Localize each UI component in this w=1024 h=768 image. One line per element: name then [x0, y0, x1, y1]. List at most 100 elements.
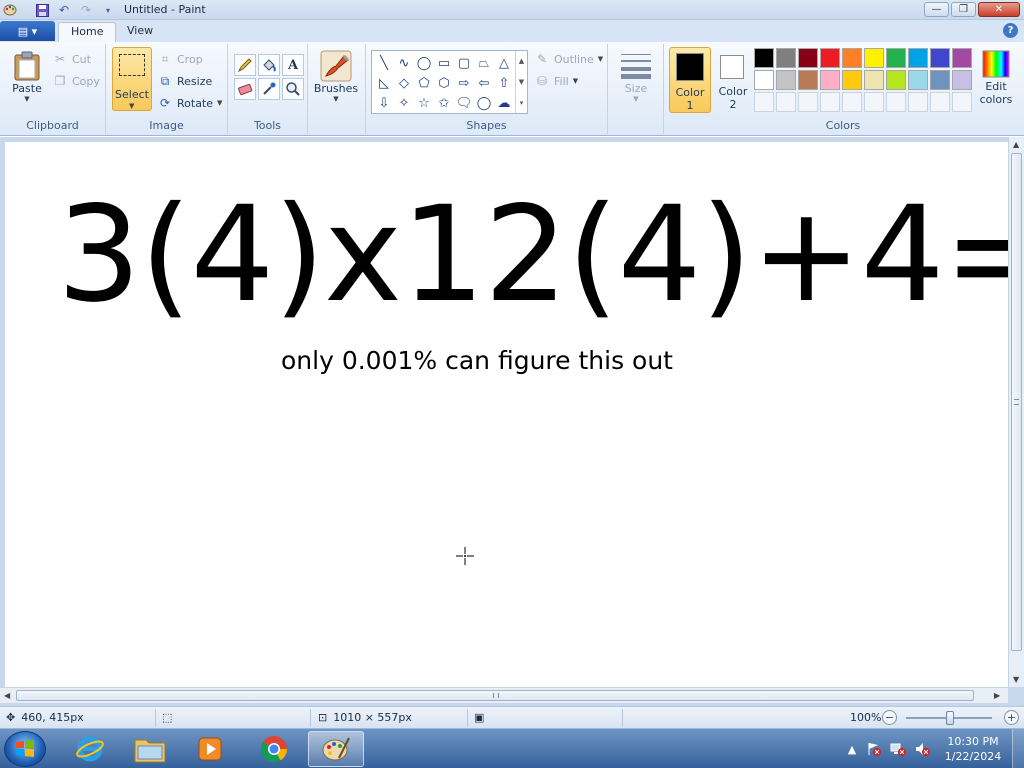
tab-home[interactable]: Home	[58, 22, 117, 42]
taskbar-internet-explorer[interactable]	[62, 731, 118, 767]
shape-tool-icon[interactable]: ☁	[494, 93, 514, 113]
palette-swatch[interactable]	[908, 70, 928, 90]
rotate-button[interactable]: ⟳ Rotate ▼	[157, 94, 222, 112]
copy-button[interactable]: ❐ Copy	[52, 72, 100, 90]
shape-tool-icon[interactable]: ◇	[394, 73, 414, 93]
shape-tool-icon[interactable]: ╲	[374, 53, 394, 73]
shape-tool-icon[interactable]: ⬠	[414, 73, 434, 93]
tab-view[interactable]: View	[115, 22, 165, 42]
scroll-left-icon[interactable]: ◀	[4, 691, 10, 700]
shape-tool-icon[interactable]: ✧	[394, 93, 414, 113]
shape-tool-icon[interactable]: ✩	[434, 93, 454, 113]
palette-swatch[interactable]	[886, 70, 906, 90]
empty-palette-swatch[interactable]	[842, 92, 862, 112]
palette-swatch[interactable]	[864, 48, 884, 68]
shape-tool-icon[interactable]: ▢	[454, 53, 474, 73]
palette-swatch[interactable]	[754, 70, 774, 90]
select-button[interactable]: Select ▼	[112, 47, 152, 111]
scroll-up-icon[interactable]: ▲	[1013, 140, 1019, 149]
shapes-expand-icon[interactable]: ▾	[520, 99, 524, 107]
horizontal-scroll-thumb[interactable]	[16, 690, 974, 701]
taskbar-media-player[interactable]	[182, 731, 238, 767]
shapes-scroll-up-icon[interactable]: ▲	[519, 57, 524, 65]
shape-tool-icon[interactable]: ◯	[474, 93, 494, 113]
shape-tool-icon[interactable]: ∿	[394, 53, 414, 73]
color1-button[interactable]: Color 1	[669, 47, 711, 113]
shape-tool-icon[interactable]: ☆	[414, 93, 434, 113]
shape-tool-icon[interactable]: ⇩	[374, 93, 394, 113]
magnifier-icon[interactable]	[282, 78, 304, 100]
taskbar-chrome[interactable]	[246, 731, 302, 767]
palette-swatch[interactable]	[952, 48, 972, 68]
zoom-slider-thumb[interactable]	[946, 711, 954, 725]
show-desktop-button[interactable]	[1012, 729, 1024, 768]
drawing-canvas[interactable]: 3(4)x12(4)+4= only 0.001% can figure thi…	[5, 142, 1008, 687]
palette-swatch[interactable]	[842, 48, 862, 68]
shape-tool-icon[interactable]: ◯	[414, 53, 434, 73]
shape-tool-icon[interactable]: ⇨	[454, 73, 474, 93]
palette-swatch[interactable]	[930, 70, 950, 90]
save-icon[interactable]	[34, 2, 50, 18]
color-picker-icon[interactable]	[258, 78, 280, 100]
taskbar-paint[interactable]	[308, 731, 364, 767]
palette-swatch[interactable]	[864, 70, 884, 90]
resize-button[interactable]: ⧉ Resize	[157, 72, 213, 90]
palette-swatch[interactable]	[776, 48, 796, 68]
brushes-button[interactable]: Brushes ▼	[314, 50, 358, 103]
palette-swatch[interactable]	[908, 48, 928, 68]
empty-palette-swatch[interactable]	[820, 92, 840, 112]
vertical-scrollbar[interactable]: ▲ ▼	[1008, 137, 1024, 687]
crop-button[interactable]: ⌗ Crop	[157, 50, 203, 68]
empty-palette-swatch[interactable]	[776, 92, 796, 112]
palette-swatch[interactable]	[776, 70, 796, 90]
empty-palette-swatch[interactable]	[930, 92, 950, 112]
customize-quick-access-icon[interactable]: ▾	[100, 2, 116, 18]
shape-tool-icon[interactable]: △	[494, 53, 514, 73]
system-clock[interactable]: 10:30 PM 1/22/2024	[938, 734, 1008, 764]
empty-palette-swatch[interactable]	[952, 92, 972, 112]
scroll-down-icon[interactable]: ▼	[1013, 675, 1019, 684]
shape-tool-icon[interactable]: ◺	[374, 73, 394, 93]
shapes-scroll-down-icon[interactable]: ▼	[519, 78, 524, 86]
volume-muted-icon[interactable]	[914, 741, 930, 757]
scroll-right-icon[interactable]: ▶	[994, 691, 1000, 700]
empty-palette-swatch[interactable]	[864, 92, 884, 112]
palette-swatch[interactable]	[930, 48, 950, 68]
horizontal-scrollbar[interactable]: ◀ ▶	[0, 687, 1008, 703]
empty-palette-swatch[interactable]	[886, 92, 906, 112]
palette-swatch[interactable]	[820, 48, 840, 68]
help-button[interactable]: ?	[1003, 23, 1018, 38]
palette-swatch[interactable]	[952, 70, 972, 90]
pencil-icon[interactable]	[234, 54, 256, 76]
shape-tool-icon[interactable]: ⇧	[494, 73, 514, 93]
fill-button[interactable]: ⛁ Fill ▼	[534, 72, 578, 90]
maximize-button[interactable]: ❐	[951, 2, 976, 17]
vertical-scroll-thumb[interactable]	[1011, 153, 1022, 651]
palette-swatch[interactable]	[842, 70, 862, 90]
edit-colors-button[interactable]: Edit colors	[976, 48, 1016, 106]
palette-swatch[interactable]	[754, 48, 774, 68]
shape-tool-icon[interactable]: ⏢	[474, 53, 494, 73]
text-tool-icon[interactable]: A	[282, 54, 304, 76]
empty-palette-swatch[interactable]	[798, 92, 818, 112]
color2-button[interactable]: Color 2	[713, 47, 753, 113]
network-icon[interactable]	[890, 741, 906, 757]
cut-button[interactable]: ✂ Cut	[52, 50, 91, 68]
action-center-icon[interactable]	[866, 741, 882, 757]
shape-tool-icon[interactable]: ⬡	[434, 73, 454, 93]
paste-button[interactable]: Paste ▼	[8, 50, 46, 103]
undo-icon[interactable]: ↶	[56, 2, 72, 18]
shape-tool-icon[interactable]: 🗨	[454, 93, 474, 113]
taskbar-file-explorer[interactable]	[122, 731, 178, 767]
palette-swatch[interactable]	[820, 70, 840, 90]
shape-tool-icon[interactable]: ⇦	[474, 73, 494, 93]
palette-swatch[interactable]	[798, 48, 818, 68]
paint-app-icon[interactable]	[2, 2, 18, 18]
minimize-button[interactable]: —	[924, 2, 949, 17]
close-button[interactable]: ✕	[978, 2, 1020, 17]
size-button[interactable]: Size ▼	[614, 50, 658, 103]
zoom-out-button[interactable]: −	[882, 710, 897, 725]
fill-bucket-icon[interactable]	[258, 54, 280, 76]
paint-menu-button[interactable]: ▤ ▾	[0, 21, 55, 41]
eraser-icon[interactable]	[234, 78, 256, 100]
